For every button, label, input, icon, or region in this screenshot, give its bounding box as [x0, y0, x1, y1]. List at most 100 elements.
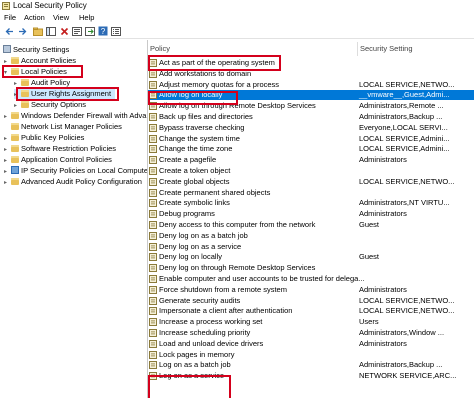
- policy-row[interactable]: Allow log on locally __vmware__,Guest,Adm…: [148, 90, 474, 101]
- policy-row[interactable]: Increase scheduling priority Administrato…: [148, 328, 474, 338]
- export-icon[interactable]: [85, 26, 95, 36]
- back-arrow-icon[interactable]: [4, 26, 14, 36]
- menu-view[interactable]: View: [53, 13, 69, 23]
- policy-row[interactable]: Create a token object: [148, 166, 474, 176]
- policy-icon: [149, 339, 157, 348]
- policy-row[interactable]: Generate security audits LOCAL SERVICE,NE…: [148, 296, 474, 306]
- policy-icon: [149, 372, 157, 381]
- policy-row[interactable]: Load and unload device drivers Administra…: [148, 339, 474, 349]
- policy-row[interactable]: Act as part of the operating system: [148, 58, 474, 68]
- policy-row[interactable]: Impersonate a client after authenticatio…: [148, 306, 474, 316]
- policy-row[interactable]: Deny log on as a batch job: [148, 231, 474, 241]
- folder-icon: [11, 123, 19, 130]
- up-folder-icon[interactable]: [33, 26, 43, 36]
- folder-icon: [11, 178, 19, 185]
- menu-help[interactable]: Help: [79, 13, 94, 23]
- policy-row[interactable]: Log on as a batch job Administrators,Back…: [148, 360, 474, 370]
- policy-row[interactable]: Adjust memory quotas for a process LOCAL …: [148, 80, 474, 90]
- tree-node-advanced-audit[interactable]: ▸ Advanced Audit Policy Configuration: [4, 177, 142, 187]
- tree-node-security-options[interactable]: ▸ Security Options: [14, 100, 86, 110]
- tree-node-label: Network List Manager Policies: [21, 122, 122, 131]
- chevron-right-icon[interactable]: ▸: [4, 57, 11, 67]
- policy-row[interactable]: Deny access to this computer from the ne…: [148, 220, 474, 230]
- policy-name: Enable computer and user accounts to be …: [159, 274, 365, 283]
- policy-row[interactable]: Back up files and directories Administrat…: [148, 112, 474, 122]
- delete-icon[interactable]: [59, 26, 69, 36]
- tree-node-ip-security[interactable]: ▸ IP Security Policies on Local Compute: [4, 166, 147, 177]
- policy-row[interactable]: Change the time zone LOCAL SERVICE,Admini…: [148, 144, 474, 154]
- policy-row[interactable]: Deny log on locally Guest: [148, 252, 474, 262]
- policy-row[interactable]: Debug programs Administrators: [148, 209, 474, 219]
- tree-node-local-policies[interactable]: ▾ Local Policies: [4, 67, 67, 77]
- policy-row[interactable]: Create global objects LOCAL SERVICE,NETWO…: [148, 177, 474, 187]
- tree-node-security-settings[interactable]: Security Settings: [3, 45, 69, 55]
- chevron-right-icon[interactable]: ▸: [4, 134, 11, 144]
- tree-node-software-restriction[interactable]: ▸ Software Restriction Policies: [4, 144, 116, 154]
- policy-row[interactable]: Log on as a service NETWORK SERVICE,ARC..…: [148, 371, 474, 381]
- tree-node-account-policies[interactable]: ▸ Account Policies: [4, 56, 76, 66]
- chevron-right-icon[interactable]: ▸: [14, 79, 21, 89]
- tree-node-windows-defender-firewall[interactable]: ▸ Windows Defender Firewall with Adva: [4, 111, 146, 121]
- chevron-right-icon[interactable]: ▸: [4, 167, 11, 177]
- tree-node-user-rights-assignment[interactable]: ▸ User Rights Assignment: [14, 89, 116, 100]
- tree-pane: Security Settings ▸ Account Policies ▾ Loc…: [0, 40, 148, 398]
- properties-icon[interactable]: [72, 26, 82, 36]
- folder-icon: [21, 101, 29, 108]
- policy-name: Create global objects: [159, 176, 230, 186]
- policy-icon: [149, 242, 157, 251]
- policy-row[interactable]: Add workstations to domain: [148, 69, 474, 79]
- tree-node-public-key-policies[interactable]: ▸ Public Key Policies: [4, 133, 84, 143]
- chevron-right-icon[interactable]: ▸: [14, 101, 21, 111]
- chevron-down-icon[interactable]: ▾: [4, 68, 11, 78]
- chevron-right-icon[interactable]: ▸: [4, 112, 11, 122]
- security-setting: Administrators,Backup ...: [359, 112, 443, 121]
- policy-name: Lock pages in memory: [159, 349, 235, 359]
- chevron-right-icon[interactable]: ▸: [4, 145, 11, 155]
- tree-node-label: Audit Policy: [31, 78, 71, 87]
- policy-row[interactable]: Create permanent shared objects: [148, 188, 474, 198]
- tree-node-audit-policy[interactable]: ▸ Audit Policy: [14, 78, 70, 88]
- policy-row[interactable]: Deny log on through Remote Desktop Servi…: [148, 263, 474, 273]
- security-setting: Administrators,NT VIRTU...: [359, 198, 450, 208]
- policy-row[interactable]: Force shutdown from a remote system Admin…: [148, 285, 474, 295]
- policy-row[interactable]: Create symbolic links Administrators,NT V…: [148, 198, 474, 208]
- policy-name: Increase a process working set: [159, 317, 263, 327]
- policy-row[interactable]: Increase a process working set Users: [148, 317, 474, 327]
- policy-name: Change the time zone: [159, 144, 233, 154]
- tree-node-network-list-manager[interactable]: Network List Manager Policies: [4, 122, 122, 132]
- column-divider[interactable]: [357, 42, 358, 56]
- policy-row[interactable]: Allow log on through Remote Desktop Serv…: [148, 101, 474, 111]
- menu-action[interactable]: Action: [24, 13, 45, 23]
- column-header-setting[interactable]: Security Setting: [360, 44, 413, 54]
- column-header-policy[interactable]: Policy: [150, 44, 170, 54]
- policy-icon: [149, 361, 157, 370]
- chevron-right-icon[interactable]: ▸: [14, 90, 21, 100]
- policy-row[interactable]: Create a pagefile Administrators: [148, 155, 474, 165]
- policy-icon: [149, 199, 157, 208]
- security-setting: Users: [359, 317, 379, 327]
- policy-name: Create a token object: [159, 166, 231, 175]
- policy-name: Allow log on locally: [159, 90, 223, 100]
- show-tree-icon[interactable]: [46, 26, 56, 36]
- policy-icon: [149, 123, 157, 132]
- chevron-right-icon[interactable]: ▸: [4, 178, 11, 188]
- menu-file[interactable]: File: [4, 13, 16, 23]
- folder-icon: [11, 156, 19, 163]
- policy-row[interactable]: Deny log on as a service: [148, 242, 474, 252]
- policy-icon: [149, 329, 157, 337]
- chevron-right-icon[interactable]: ▸: [4, 156, 11, 166]
- policy-row[interactable]: Bypass traverse checking Everyone,LOCAL S…: [148, 123, 474, 133]
- policy-icon: [149, 113, 157, 121]
- policy-icon: [149, 221, 157, 229]
- policy-row[interactable]: Enable computer and user accounts to be …: [148, 274, 474, 284]
- policy-row[interactable]: Lock pages in memory: [148, 350, 474, 360]
- tree-node-label: Public Key Policies: [21, 133, 85, 142]
- folder-icon: [11, 134, 19, 141]
- policy-row[interactable]: Change the system time LOCAL SERVICE,Admi…: [148, 134, 474, 144]
- help-icon[interactable]: ?: [98, 26, 108, 36]
- policy-name: Deny log on through Remote Desktop Servi…: [159, 263, 316, 273]
- details-icon[interactable]: [111, 26, 121, 36]
- forward-arrow-icon[interactable]: [17, 26, 27, 36]
- tree-node-application-control[interactable]: ▸ Application Control Policies: [4, 155, 112, 165]
- tree-node-label: Software Restriction Policies: [21, 144, 117, 153]
